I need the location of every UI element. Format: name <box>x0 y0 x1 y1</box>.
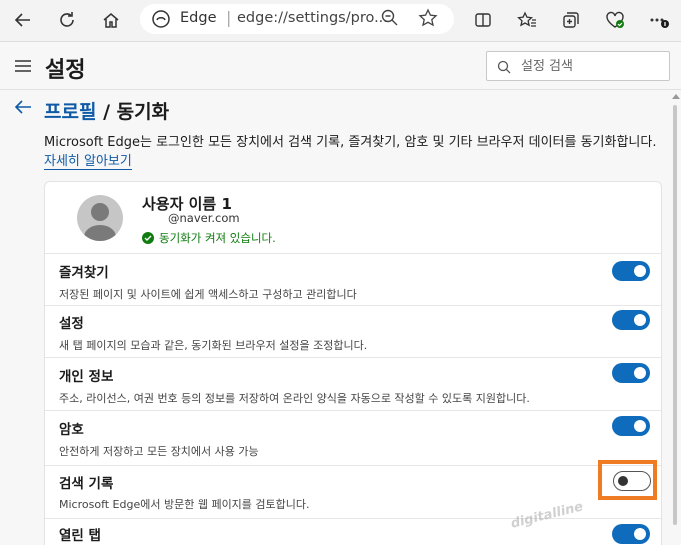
row-divider <box>45 518 661 519</box>
collections-icon[interactable] <box>554 3 588 37</box>
settings-header: 설정 <box>0 43 681 90</box>
menu-hamburger-icon[interactable] <box>14 58 32 77</box>
toggle-knob <box>634 314 646 326</box>
refresh-icon[interactable] <box>50 3 84 37</box>
settings-search-box[interactable] <box>486 51 670 81</box>
sync-row-title: 검색 기록 <box>59 476 114 492</box>
breadcrumb-current: 동기화 <box>116 101 170 123</box>
sync-row-settings: 설정 새 탭 페이지의 모습과 같은, 동기화된 브라우저 설정을 조정합니다. <box>45 305 661 357</box>
address-app-name: Edge <box>180 10 217 26</box>
sync-row-desc: 주소, 라이선스, 여권 번호 등의 정보를 저장하여 온라인 양식을 자동으로… <box>59 392 530 405</box>
sync-description-text: Microsoft Edge는 로그인한 모든 장치에서 검색 기록, 즐겨찾기… <box>44 135 657 150</box>
sync-row-title: 열린 탭 <box>59 528 101 544</box>
sync-row-desc: 저장된 페이지 및 사이트에 쉽게 액세스하고 구성하고 관리합니다 <box>59 288 357 301</box>
sync-row-passwords: 암호 안전하게 저장하고 모든 장치에서 사용 가능 <box>45 410 661 465</box>
settings-sync-toggle[interactable] <box>612 310 650 330</box>
highlight-box <box>598 460 657 500</box>
sync-status-text: 동기화가 켜져 있습니다. <box>159 231 276 245</box>
page-title: 설정 <box>45 58 86 83</box>
zoom-out-icon[interactable] <box>380 8 400 32</box>
toggle-knob <box>634 265 646 277</box>
sync-row-desc: 새 탭 페이지의 모습과 같은, 동기화된 브라우저 설정을 조정합니다. <box>59 339 368 352</box>
address-bar[interactable]: Edge | edge://settings/pro... <box>140 4 454 34</box>
sync-status: 동기화가 켜져 있습니다. <box>142 230 276 246</box>
settings-search-input[interactable] <box>521 56 661 76</box>
edge-logo-icon <box>152 10 170 32</box>
breadcrumb-profile-link[interactable]: 프로필 <box>44 101 96 123</box>
check-circle-icon <box>142 232 154 244</box>
more-menu-icon[interactable] <box>642 3 676 37</box>
learn-more-link[interactable]: 자세히 알아보기 <box>44 154 132 170</box>
row-divider <box>45 357 661 358</box>
sync-row-title: 개인 정보 <box>59 369 114 385</box>
toggle-knob <box>634 367 646 379</box>
breadcrumb: 프로필 / 동기화 <box>44 97 169 124</box>
split-screen-icon[interactable] <box>466 3 500 37</box>
sync-row-personal-info: 개인 정보 주소, 라이선스, 여권 번호 등의 정보를 저장하여 온라인 양식… <box>45 357 661 410</box>
address-url: edge://settings/pro... <box>237 10 388 26</box>
sync-row-open-tabs: 열린 탭 <box>45 518 661 545</box>
sync-row-title: 암호 <box>59 422 84 438</box>
sync-row-favorites: 즐겨찾기 저장된 페이지 및 사이트에 쉽게 액세스하고 구성하고 관리합니다 <box>45 253 661 305</box>
toggle-knob <box>634 420 646 432</box>
row-divider <box>45 410 661 411</box>
avatar <box>77 195 123 241</box>
row-divider <box>45 465 661 466</box>
favorites-icon[interactable] <box>510 3 544 37</box>
sync-row-desc: Microsoft Edge에서 방문한 웹 페이지를 검토합니다. <box>59 498 310 511</box>
open-tabs-sync-toggle[interactable] <box>612 524 650 544</box>
address-separator: | <box>226 8 232 27</box>
sync-description: Microsoft Edge는 로그인한 모든 장치에서 검색 기록, 즐겨찾기… <box>44 133 664 171</box>
breadcrumb-separator: / <box>103 101 111 123</box>
back-arrow-icon[interactable] <box>14 99 32 119</box>
scroll-thumb[interactable] <box>673 105 677 525</box>
home-icon[interactable] <box>94 3 128 37</box>
profile-email: @naver.com <box>168 211 240 225</box>
browser-essentials-icon[interactable] <box>598 3 632 37</box>
search-icon <box>497 59 511 78</box>
favorite-star-icon[interactable] <box>418 8 438 32</box>
browser-toolbar: Edge | edge://settings/pro... <box>0 0 681 42</box>
scroll-up-arrow-icon[interactable] <box>672 94 680 99</box>
sync-row-title: 즐겨찾기 <box>59 265 109 281</box>
row-divider <box>45 253 661 254</box>
sync-row-title: 설정 <box>59 316 84 332</box>
back-icon[interactable] <box>6 3 40 37</box>
favorites-sync-toggle[interactable] <box>612 261 650 281</box>
passwords-sync-toggle[interactable] <box>612 416 650 436</box>
row-divider <box>45 305 661 306</box>
sync-row-desc: 안전하게 저장하고 모든 장치에서 사용 가능 <box>59 445 259 458</box>
personal-info-sync-toggle[interactable] <box>612 363 650 383</box>
toggle-knob <box>634 528 646 540</box>
